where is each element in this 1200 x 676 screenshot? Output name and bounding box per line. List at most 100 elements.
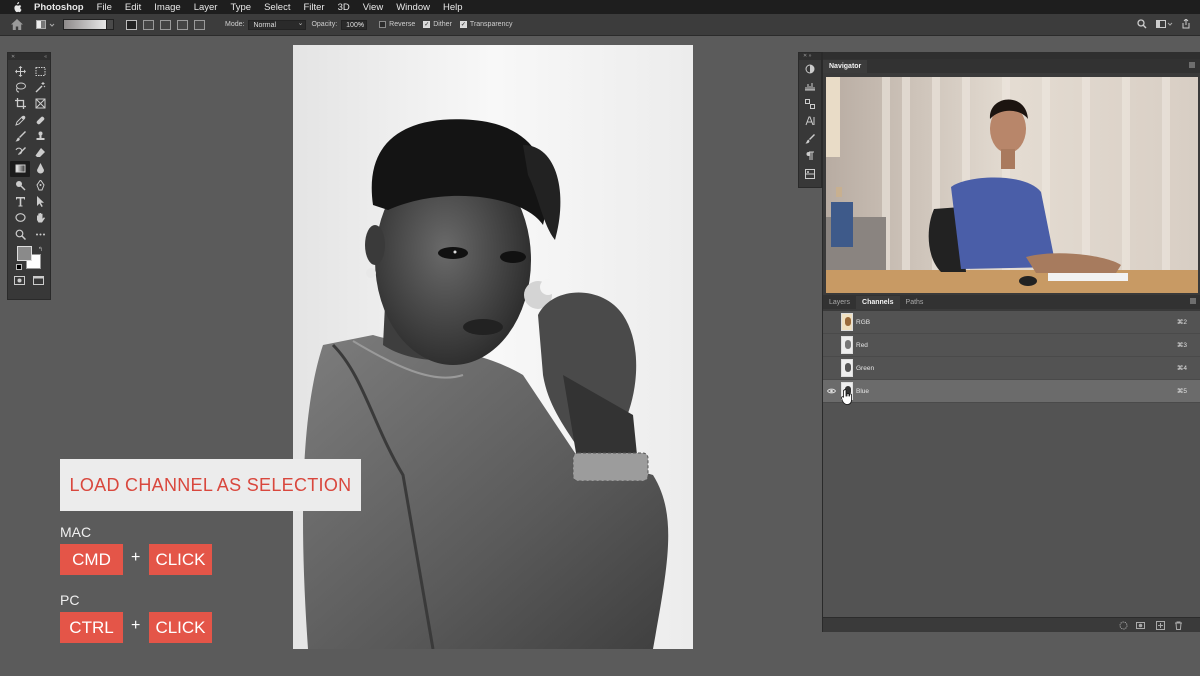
tools-panel-header[interactable]: ✕ « <box>8 53 50 60</box>
type-tool-icon[interactable] <box>10 193 30 209</box>
pc-ctrl-key: CTRL <box>60 612 123 643</box>
character-panel-icon[interactable] <box>799 113 821 131</box>
zoom-tool-icon[interactable] <box>10 226 30 242</box>
tab-channels[interactable]: Channels <box>856 296 900 309</box>
path-selection-tool-icon[interactable] <box>30 193 50 209</box>
chevron-down-icon[interactable] <box>49 22 55 28</box>
foreground-color-swatch[interactable] <box>17 246 32 262</box>
visibility-toggle[interactable] <box>823 380 839 403</box>
healing-brush-tool-icon[interactable] <box>30 112 50 128</box>
visibility-toggle[interactable] <box>823 334 839 357</box>
tab-layers[interactable]: Layers <box>823 296 856 309</box>
reverse-checkbox[interactable] <box>379 21 387 28</box>
trash-icon[interactable] <box>1174 621 1183 630</box>
menu-layer[interactable]: Layer <box>194 2 218 13</box>
tab-navigator[interactable]: Navigator <box>823 60 868 73</box>
apple-icon[interactable] <box>12 1 22 13</box>
icon-strip-header[interactable]: ✕ » <box>799 53 821 60</box>
brush-tool-icon[interactable] <box>10 128 30 144</box>
mode-select[interactable]: Normal <box>248 19 307 30</box>
channel-row-red[interactable]: Red ⌘3 <box>823 334 1200 357</box>
more-tools-icon[interactable] <box>30 226 50 242</box>
mac-cmd-key: CMD <box>60 544 123 575</box>
close-icon[interactable]: ✕ <box>11 54 15 60</box>
frame-tool-icon[interactable] <box>30 96 50 112</box>
home-icon[interactable] <box>11 19 23 30</box>
crop-tool-icon[interactable] <box>10 96 30 112</box>
menu-file[interactable]: File <box>97 2 112 13</box>
hand-cursor-icon <box>841 389 852 405</box>
eyedropper-tool-icon[interactable] <box>10 112 30 128</box>
diamond-gradient-button[interactable] <box>194 19 205 30</box>
menu-window[interactable]: Window <box>396 2 430 13</box>
navigator-preview-image <box>826 77 1198 293</box>
pen-tool-icon[interactable] <box>30 177 50 193</box>
gradient-preview[interactable] <box>63 19 107 30</box>
tool-preset-icon[interactable] <box>36 20 46 29</box>
gradient-tool-icon[interactable] <box>10 160 30 178</box>
screen-mode-icon[interactable] <box>33 276 44 286</box>
angle-gradient-button[interactable] <box>160 19 171 30</box>
mac-plus: + <box>131 549 141 566</box>
menu-image[interactable]: Image <box>154 2 180 13</box>
magic-wand-tool-icon[interactable] <box>30 79 50 95</box>
eye-icon[interactable] <box>826 388 836 394</box>
channel-shortcut: ⌘2 <box>1176 319 1187 326</box>
visibility-toggle[interactable] <box>823 311 839 334</box>
document-canvas[interactable] <box>293 45 693 649</box>
menu-select[interactable]: Select <box>264 2 290 13</box>
quick-mask-icon[interactable] <box>14 276 25 286</box>
menu-view[interactable]: View <box>363 2 383 13</box>
histogram-icon[interactable] <box>799 78 821 96</box>
move-tool-icon[interactable] <box>10 63 30 79</box>
menu-3d[interactable]: 3D <box>338 2 350 13</box>
eraser-tool-icon[interactable] <box>30 144 50 160</box>
menu-type[interactable]: Type <box>230 2 251 13</box>
save-selection-icon[interactable] <box>1136 621 1145 630</box>
search-icon[interactable] <box>1137 19 1147 29</box>
visibility-toggle[interactable] <box>823 357 839 380</box>
new-channel-icon[interactable] <box>1156 621 1165 630</box>
channel-row-blue[interactable]: Blue ⌘5 <box>823 380 1200 405</box>
menu-help[interactable]: Help <box>443 2 463 13</box>
dock-header[interactable] <box>823 52 1200 59</box>
history-brush-tool-icon[interactable] <box>10 144 30 160</box>
dither-checkbox[interactable]: ✓ <box>423 21 431 28</box>
transparency-checkbox[interactable]: ✓ <box>459 21 467 28</box>
color-panel-icon[interactable] <box>799 60 821 78</box>
channel-row-rgb[interactable]: RGB ⌘2 <box>823 311 1200 334</box>
hand-tool-icon[interactable] <box>30 210 50 226</box>
collapse-icon[interactable]: « <box>44 54 47 60</box>
gradient-picker-chevron-icon[interactable] <box>107 19 114 30</box>
panel-menu-icon[interactable] <box>1189 62 1195 68</box>
panel-icon-strip: ✕ » <box>798 52 822 188</box>
ellipse-tool-icon[interactable] <box>10 210 30 226</box>
linear-gradient-button[interactable] <box>126 19 137 30</box>
menu-edit[interactable]: Edit <box>125 2 141 13</box>
default-colors-icon[interactable] <box>16 264 22 271</box>
channels-panel-menu-icon[interactable] <box>1190 298 1196 304</box>
menu-filter[interactable]: Filter <box>303 2 324 13</box>
clone-stamp-tool-icon[interactable] <box>30 128 50 144</box>
tab-paths[interactable]: Paths <box>900 296 930 309</box>
brush-settings-icon[interactable] <box>799 130 821 148</box>
adjustments-icon[interactable] <box>799 165 821 183</box>
reflected-gradient-button[interactable] <box>177 19 188 30</box>
dodge-tool-icon[interactable] <box>10 177 30 193</box>
load-selection-icon[interactable] <box>1119 621 1128 630</box>
swap-colors-icon[interactable]: ↰ <box>38 246 43 253</box>
opacity-field[interactable]: 100% <box>341 19 368 30</box>
menu-app-name[interactable]: Photoshop <box>34 2 84 13</box>
paragraph-panel-icon[interactable] <box>799 148 821 166</box>
navigator-preview[interactable] <box>826 77 1198 293</box>
workspace-chevron-icon[interactable] <box>1167 19 1173 29</box>
share-icon[interactable] <box>1181 19 1191 29</box>
lasso-tool-icon[interactable] <box>10 79 30 95</box>
channels-panel-tabs: Layers Channels Paths <box>823 295 1200 309</box>
radial-gradient-button[interactable] <box>143 19 154 30</box>
properties-icon[interactable] <box>799 95 821 113</box>
marquee-tool-icon[interactable] <box>30 63 50 79</box>
blur-tool-icon[interactable] <box>30 161 50 177</box>
channel-row-green[interactable]: Green ⌘4 <box>823 357 1200 380</box>
workspace-icon[interactable] <box>1156 19 1166 29</box>
